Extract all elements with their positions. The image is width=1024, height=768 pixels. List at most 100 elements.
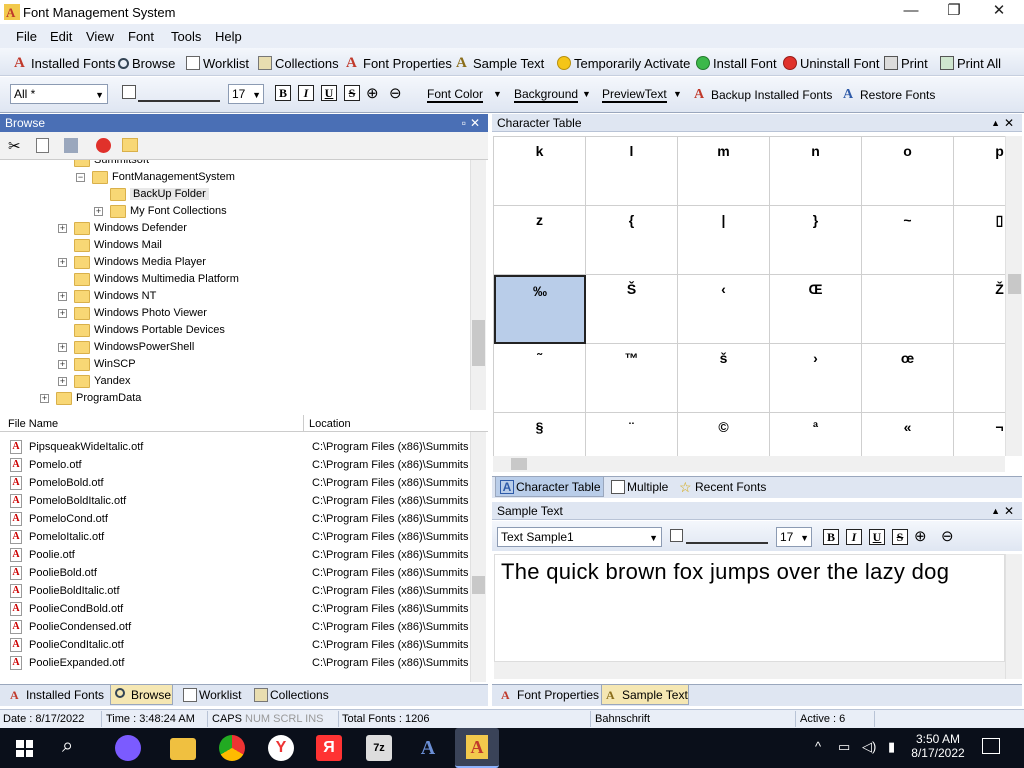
tree-scrollbar[interactable] [470,160,486,410]
chevron-up-icon[interactable]: ^ [815,739,821,754]
character-cell[interactable]: m [678,137,770,206]
installed-fonts-button[interactable]: A Installed Fonts [14,54,116,72]
sample-scrollbar[interactable] [1005,554,1022,679]
character-cell[interactable]: Œ [770,275,862,344]
sample-strike-button[interactable]: S [892,529,908,545]
font-filter-combo[interactable]: All * ▼ [10,84,108,104]
menu-help[interactable]: Help [215,29,242,44]
file-row[interactable]: A PoolieBold.otf C:\Program Files (x86)\Su… [0,564,470,582]
tree-item[interactable]: − FontManagementSystem [0,169,470,186]
italic-button[interactable]: I [298,85,314,101]
character-cell[interactable]: Ž [954,275,1005,344]
character-cell[interactable]: ~ [862,206,954,275]
character-cell[interactable]: | [678,206,770,275]
sample-hscrollbar[interactable] [494,662,1005,679]
alice-assistant-icon[interactable] [115,735,141,761]
character-cell[interactable] [954,344,1005,413]
tab-recent-fonts[interactable]: ☆ Recent Fonts [675,477,766,497]
character-cell[interactable]: ˜ [494,344,586,413]
background-button[interactable]: Background [514,87,579,103]
character-cell[interactable]: § [494,413,586,456]
bold-button[interactable]: B [275,85,291,101]
expand-icon[interactable]: + [58,258,67,267]
sample-italic-button[interactable]: I [846,529,862,545]
start-button[interactable] [16,740,33,757]
tree-item[interactable]: + Yandex [0,373,470,390]
notifications-icon[interactable] [982,738,1000,754]
character-cell[interactable]: o [862,137,954,206]
uninstall-font-button[interactable]: Uninstall Font [783,54,879,72]
expand-icon[interactable]: + [58,292,67,301]
menu-tools[interactable]: Tools [171,29,201,44]
character-cell[interactable]: š [678,344,770,413]
paste-icon[interactable] [64,138,78,153]
preview-checkbox[interactable] [122,85,136,99]
tree-item[interactable]: Windows Mail [0,237,470,254]
character-cell[interactable]: ™ [586,344,678,413]
file-row[interactable]: A PomeloBold.otf C:\Program Files (x86)\Su… [0,474,470,492]
search-icon[interactable]: ⌕ [62,735,73,758]
file-row[interactable]: A PomeloBoldItalic.otf C:\Program Files (x… [0,492,470,510]
file-row[interactable]: A Poolie.otf C:\Program Files (x86)\Summit… [0,546,470,564]
character-cell[interactable]: ▯ [954,206,1005,275]
file-row[interactable]: A PoolieCondensed.otf C:\Program Files (x8… [0,618,470,636]
font-properties-button[interactable]: A Font Properties [346,54,452,72]
character-cell[interactable]: k [494,137,586,206]
tree-item[interactable]: + Windows Photo Viewer [0,305,470,322]
cut-icon[interactable]: ✂ [8,137,21,155]
size-combo[interactable]: 17 ▼ [228,84,264,104]
tree-item[interactable]: Windows Multimedia Platform [0,271,470,288]
tree-item[interactable]: + WinSCP [0,356,470,373]
yandex-browser-icon[interactable]: Y [268,735,294,761]
tab-font-properties[interactable]: A Font Properties [497,685,599,705]
zoom-in-icon[interactable]: ⊕ [366,84,379,102]
print-all-button[interactable]: Print All [940,54,1001,72]
chevron-down-icon[interactable]: ▼ [493,89,502,99]
close-icon[interactable]: ✕ [470,114,480,132]
maximize-button[interactable]: ❐ [931,0,977,24]
underline-button[interactable]: U [321,85,337,101]
file-list-scroll-thumb[interactable] [472,576,485,594]
yandex-icon[interactable]: Я [316,735,342,761]
file-row[interactable]: A PomeloCond.otf C:\Program Files (x86)\Su… [0,510,470,528]
sample-underline-button[interactable]: U [869,529,885,545]
character-cell[interactable]: ‹ [678,275,770,344]
tab-browse[interactable]: Browse [110,685,173,705]
tree-item[interactable]: + Windows Media Player [0,254,470,271]
preview-text-button[interactable]: PreviewText [602,87,667,103]
character-cell[interactable]: ¨ [586,413,678,456]
taskbar-clock[interactable]: 3:50 AM 8/17/2022 [908,732,968,760]
collapse-icon[interactable]: − [76,173,85,182]
tree-item[interactable]: + My Font Collections [0,203,470,220]
close-icon[interactable]: ✕ [1004,114,1014,132]
zoom-in-icon[interactable]: ⊕ [914,527,927,545]
worklist-button[interactable]: Worklist [186,54,249,72]
character-cell[interactable] [862,275,954,344]
expand-icon[interactable]: + [94,207,103,216]
sample-bold-button[interactable]: B [823,529,839,545]
print-button[interactable]: Print [884,54,928,72]
minimize-button[interactable]: — [888,0,934,24]
tab-collections[interactable]: Collections [250,685,329,705]
expand-icon[interactable]: + [58,360,67,369]
character-cell[interactable]: ¬ [954,413,1005,456]
browse-button[interactable]: Browse [118,54,175,72]
menu-font[interactable]: Font [128,29,154,44]
char-grid-hscroll-thumb[interactable] [511,458,527,470]
character-cell[interactable]: « [862,413,954,456]
column-file-name[interactable]: File Name [8,418,58,430]
tree-item[interactable]: + WindowsPowerShell [0,339,470,356]
file-explorer-icon[interactable] [170,738,196,760]
character-cell[interactable]: { [586,206,678,275]
file-row[interactable]: A PipsqueakWideItalic.otf C:\Program Files… [0,438,470,456]
character-cell[interactable]: } [770,206,862,275]
file-row[interactable]: A PomeloItalic.otf C:\Program Files (x86)\… [0,528,470,546]
file-row[interactable]: A PoolieCondItalic.otf C:\Program Files (x… [0,636,470,654]
7zip-icon[interactable]: 7z [366,735,392,761]
expand-icon[interactable]: + [58,377,67,386]
character-cell[interactable]: œ [862,344,954,413]
sample-preview-checkbox[interactable] [670,529,683,542]
character-cell[interactable]: p [954,137,1005,206]
tree-item[interactable]: + Windows Defender [0,220,470,237]
chevron-down-icon[interactable]: ▼ [582,89,591,99]
